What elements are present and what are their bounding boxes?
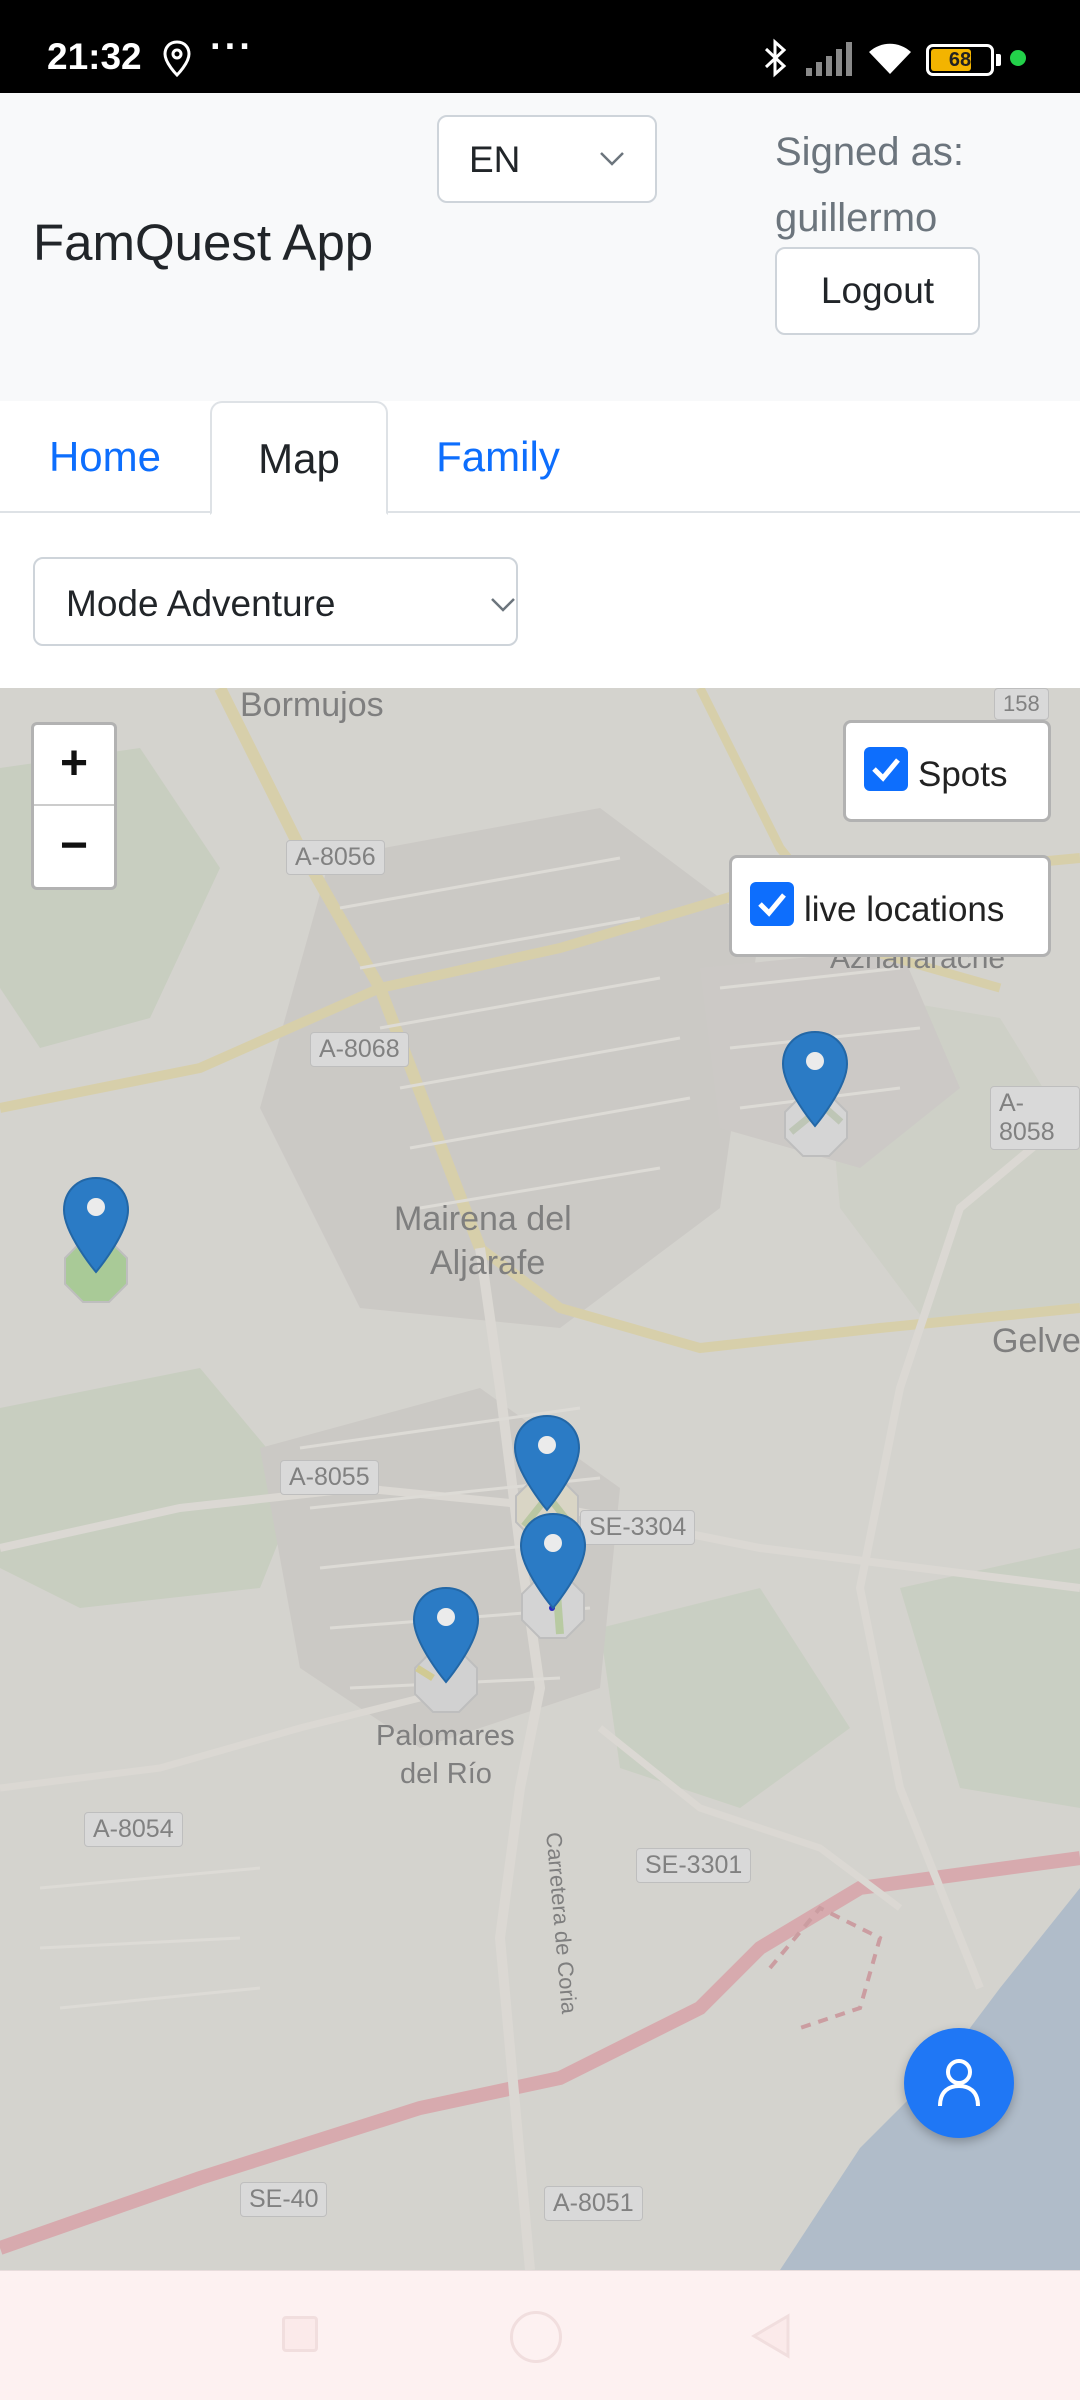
zoom-in-button[interactable]: +: [34, 725, 114, 806]
language-select[interactable]: EN: [437, 115, 657, 203]
location-pin-icon: [163, 40, 191, 78]
recents-button[interactable]: [282, 2316, 318, 2352]
username: guillermo: [775, 196, 938, 240]
tab-map[interactable]: Map: [210, 401, 388, 515]
back-icon[interactable]: [750, 2313, 792, 2359]
status-bar: 21:32 ··· 68: [0, 0, 1080, 93]
main-tabs: Home Map Family: [0, 401, 1080, 515]
logout-button[interactable]: Logout: [775, 247, 980, 335]
spots-toggle[interactable]: Spots: [843, 720, 1051, 822]
battery-percent: 68: [948, 49, 972, 71]
zoom-control: + −: [31, 722, 117, 890]
check-icon: [758, 893, 786, 917]
spots-label: Spots: [918, 755, 1008, 794]
app-title: FamQuest App: [33, 214, 374, 271]
home-button[interactable]: [510, 2311, 562, 2363]
mode-value: Mode Adventure: [66, 583, 336, 624]
app-screen: 21:32 ··· 68 FamQuest App EN Signed as: …: [0, 0, 1080, 2400]
signal-icon: [806, 42, 852, 76]
more-notifications-indicator: ···: [210, 26, 254, 68]
signed-as-label: Signed as:: [775, 130, 965, 174]
mode-select[interactable]: Mode Adventure: [33, 557, 518, 646]
person-icon: [938, 2059, 980, 2107]
map-view[interactable]: Bormujos Mairena del Aljarafe Palomares …: [0, 688, 1080, 2270]
live-locations-label: live locations: [804, 890, 1005, 929]
chevron-down-icon: [491, 598, 515, 612]
signed-in-info: Signed as: guillermo: [775, 119, 964, 251]
zoom-out-button[interactable]: −: [34, 807, 114, 888]
charging-dot: [1010, 50, 1026, 66]
app-header: FamQuest App EN Signed as: guillermo Log…: [0, 93, 1080, 401]
tab-home[interactable]: Home: [0, 401, 210, 513]
system-nav-bar: [0, 2270, 1080, 2400]
live-locations-checkbox[interactable]: [750, 882, 794, 926]
live-locations-toggle[interactable]: live locations: [729, 855, 1051, 957]
language-value: EN: [469, 139, 521, 180]
bluetooth-icon: [764, 38, 787, 78]
battery-icon: 68: [926, 44, 994, 76]
battery-tip: [996, 54, 1001, 66]
check-icon: [872, 758, 900, 782]
profile-fab-button[interactable]: [904, 2028, 1014, 2138]
spots-checkbox[interactable]: [864, 747, 908, 791]
status-time: 21:32: [47, 36, 142, 77]
wifi-icon: [869, 43, 911, 74]
tab-family[interactable]: Family: [400, 401, 596, 513]
chevron-down-icon: [600, 152, 624, 166]
